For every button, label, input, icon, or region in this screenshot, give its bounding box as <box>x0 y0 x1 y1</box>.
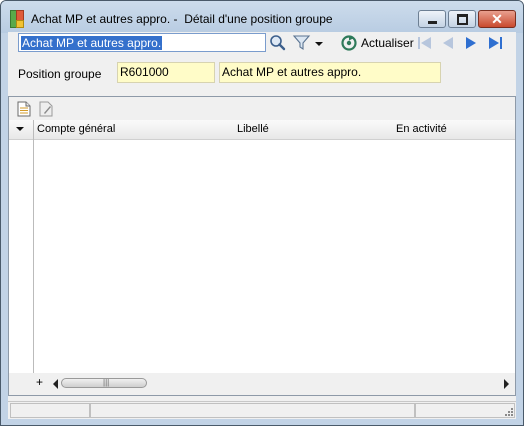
search-icon <box>270 35 286 51</box>
refresh-label: Actualiser <box>361 36 414 50</box>
first-record-icon <box>418 37 431 49</box>
grid-toolbar <box>9 97 515 120</box>
previous-record-button[interactable] <box>438 34 458 52</box>
position-libelle-field[interactable]: Achat MP et autres appro. <box>219 62 441 83</box>
maximize-button[interactable] <box>448 10 476 28</box>
grid-row-selector-column <box>33 139 34 373</box>
grid-panel: Compte général Libellé En activité + ||| <box>8 96 516 396</box>
status-pane-1 <box>10 403 90 418</box>
first-record-button[interactable] <box>415 34 435 52</box>
refresh-icon <box>341 35 357 51</box>
resize-grip-icon[interactable] <box>503 406 514 417</box>
position-label: Position groupe <box>18 67 102 81</box>
close-button[interactable]: ✕ <box>478 10 516 28</box>
scroll-left-icon[interactable] <box>52 379 60 389</box>
filter-icon <box>292 35 311 51</box>
chevron-down-icon <box>315 42 323 46</box>
minimize-icon <box>428 21 437 24</box>
filter-dropdown-button[interactable] <box>313 34 325 52</box>
scroll-right-icon[interactable] <box>502 379 510 389</box>
column-header-en-activite[interactable]: En activité <box>396 123 447 135</box>
grid-options-button[interactable] <box>9 120 34 139</box>
search-button[interactable] <box>268 34 288 52</box>
chevron-down-icon <box>16 127 24 131</box>
minimize-button[interactable] <box>418 10 446 28</box>
window-title: Achat MP et autres appro. - Détail d'une… <box>31 12 333 26</box>
title-bar[interactable]: Achat MP et autres appro. - Détail d'une… <box>1 1 523 33</box>
add-row-button[interactable]: + <box>36 376 43 388</box>
position-code-field[interactable]: R601000 <box>117 62 215 83</box>
next-record-button[interactable] <box>461 34 481 52</box>
filter-button[interactable] <box>292 34 312 52</box>
grid-header: Compte général Libellé En activité <box>9 120 515 140</box>
status-pane-3 <box>415 403 515 418</box>
scrollbar-thumb[interactable]: ||| <box>61 378 147 388</box>
search-input-value: Achat MP et autres appro. <box>21 36 163 50</box>
window-client: Achat MP et autres appro. Actualiser Pos… <box>8 32 516 419</box>
status-pane-2 <box>90 403 415 418</box>
column-header-libelle[interactable]: Libellé <box>237 123 269 135</box>
close-icon: ✕ <box>491 11 503 27</box>
next-record-icon <box>466 37 476 49</box>
horizontal-scrollbar[interactable]: + ||| <box>9 373 515 395</box>
last-record-button[interactable] <box>485 34 505 52</box>
edit-document-icon[interactable] <box>39 101 53 117</box>
window: Achat MP et autres appro. - Détail d'une… <box>0 0 524 426</box>
maximize-icon <box>457 14 468 25</box>
status-bar <box>8 401 516 419</box>
new-document-icon[interactable] <box>17 101 31 117</box>
last-record-icon <box>489 37 502 49</box>
column-header-compte-general[interactable]: Compte général <box>37 123 115 135</box>
toolbar: Achat MP et autres appro. Actualiser Pos… <box>8 32 516 90</box>
search-input[interactable]: Achat MP et autres appro. <box>18 33 266 52</box>
previous-record-icon <box>443 37 453 49</box>
app-icon <box>10 10 26 28</box>
